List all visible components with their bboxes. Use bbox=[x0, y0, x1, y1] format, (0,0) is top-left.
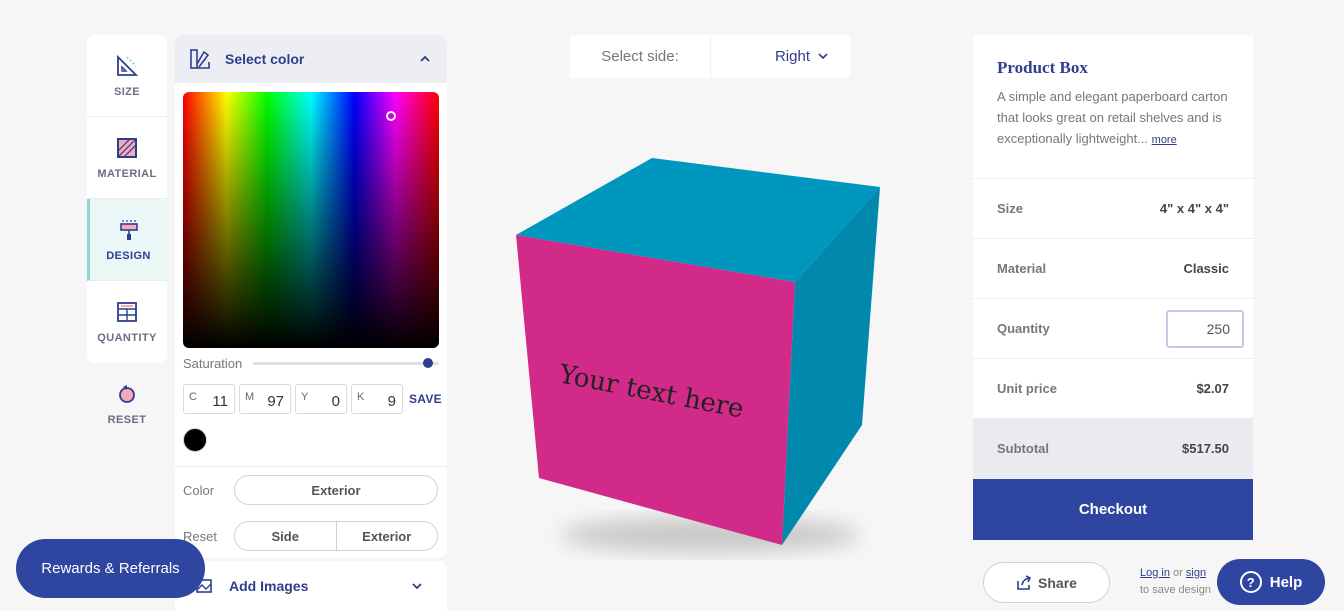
side-selector-label: Select side: bbox=[570, 35, 711, 78]
color-spectrum[interactable] bbox=[183, 92, 439, 348]
chevron-up-icon[interactable] bbox=[419, 55, 431, 63]
nav-label-reset: RESET bbox=[107, 414, 147, 426]
unit-price-value: $2.07 bbox=[1196, 381, 1229, 396]
color-exterior-toggle: Exterior bbox=[234, 475, 438, 505]
quantity-label: Quantity bbox=[997, 321, 1050, 336]
cmyk-m-key: M bbox=[245, 391, 255, 403]
color-row: Color Exterior bbox=[183, 475, 438, 505]
size-label: Size bbox=[997, 201, 1024, 216]
reset-toggle: Side Exterior bbox=[234, 521, 438, 551]
box-3d-preview[interactable]: Your text here bbox=[490, 150, 900, 560]
material-row: Material Classic bbox=[973, 238, 1253, 298]
reset-exterior-button[interactable]: Exterior bbox=[335, 522, 438, 550]
select-color-header[interactable]: Select color bbox=[175, 35, 447, 83]
share-label: Share bbox=[1038, 574, 1077, 591]
nav-item-material[interactable]: MATERIAL bbox=[87, 117, 167, 199]
add-images-title: Add Images bbox=[229, 578, 309, 594]
nav-item-size[interactable]: SIZE bbox=[87, 35, 167, 117]
login-save-text: to save design bbox=[1140, 584, 1211, 596]
divider bbox=[175, 466, 447, 467]
sign-up-link[interactable]: sign bbox=[1186, 567, 1206, 579]
cmyk-k-value: 9 bbox=[387, 393, 396, 410]
nav-label-material: MATERIAL bbox=[97, 167, 157, 180]
nav-label-quantity: QUANTITY bbox=[97, 332, 157, 344]
select-color-panel: Select color Saturation C 11 M 97 Y 0 K … bbox=[175, 35, 447, 558]
reset-icon bbox=[119, 385, 135, 403]
cmyk-c-input[interactable]: C 11 bbox=[183, 384, 235, 414]
size-value: 4" x 4" x 4" bbox=[1159, 201, 1229, 216]
cmyk-inputs: C 11 M 97 Y 0 K 9 SAVE bbox=[183, 384, 442, 414]
side-selector-value: Right bbox=[774, 48, 810, 65]
cmyk-c-key: C bbox=[189, 391, 197, 403]
paint-roller-icon bbox=[119, 219, 138, 240]
more-link[interactable]: more bbox=[1152, 134, 1177, 146]
share-button[interactable]: Share bbox=[983, 562, 1110, 603]
saturation-row: Saturation bbox=[183, 356, 439, 371]
saturation-label: Saturation bbox=[183, 356, 243, 371]
side-selector: Select side: Right bbox=[570, 35, 850, 78]
cmyk-m-value: 97 bbox=[267, 393, 284, 410]
product-description-text: A simple and elegant paperboard carton t… bbox=[997, 89, 1228, 146]
nav-item-quantity[interactable]: QUANTITY bbox=[87, 281, 167, 363]
saturation-slider[interactable] bbox=[253, 358, 439, 368]
unit-price-label: Unit price bbox=[997, 381, 1057, 396]
color-exterior-button[interactable]: Exterior bbox=[235, 476, 437, 504]
question-icon: ? bbox=[1239, 571, 1262, 593]
saturation-slider-thumb[interactable] bbox=[423, 358, 433, 368]
current-color-swatch[interactable] bbox=[183, 428, 207, 452]
cmyk-k-key: K bbox=[357, 391, 365, 403]
size-row: Size 4" x 4" x 4" bbox=[973, 178, 1253, 238]
save-color-button[interactable]: SAVE bbox=[409, 392, 442, 406]
ruler-triangle-icon bbox=[117, 54, 139, 76]
subtotal-label: Subtotal bbox=[997, 441, 1049, 456]
product-summary-panel: Product Box A simple and elegant paperbo… bbox=[973, 35, 1253, 540]
cmyk-y-input[interactable]: Y 0 bbox=[295, 384, 347, 414]
rewards-referrals-button[interactable]: Rewards & Referrals bbox=[16, 539, 205, 598]
nav-item-design[interactable]: DESIGN bbox=[87, 199, 167, 281]
select-color-title: Select color bbox=[225, 51, 305, 67]
unit-price-row: Unit price $2.07 bbox=[973, 358, 1253, 418]
nav-item-reset[interactable]: RESET bbox=[87, 363, 167, 445]
login-prompt: Log in or sign to save design bbox=[1140, 565, 1211, 599]
calculator-icon bbox=[117, 302, 137, 322]
help-button[interactable]: ? Help bbox=[1217, 559, 1325, 605]
left-nav: SIZE MATERIAL DESIGN QUANTITY RESET bbox=[87, 35, 167, 445]
log-in-link[interactable]: Log in bbox=[1140, 567, 1170, 579]
checkout-button[interactable]: Checkout bbox=[973, 479, 1253, 540]
palette-icon bbox=[190, 49, 210, 69]
product-description: A simple and elegant paperboard carton t… bbox=[997, 86, 1229, 151]
add-images-panel[interactable]: Add Images bbox=[175, 561, 447, 611]
nav-label-size: SIZE bbox=[113, 85, 141, 98]
reset-row: Reset Side Exterior bbox=[183, 521, 438, 551]
material-label: Material bbox=[997, 261, 1047, 276]
cmyk-y-key: Y bbox=[301, 391, 309, 403]
cmyk-c-value: 11 bbox=[212, 393, 228, 410]
cmyk-y-value: 0 bbox=[331, 393, 340, 410]
subtotal-value: $517.50 bbox=[1182, 441, 1229, 456]
chevron-down-icon bbox=[818, 53, 828, 60]
reset-side-button[interactable]: Side bbox=[235, 522, 336, 550]
cmyk-k-input[interactable]: K 9 bbox=[351, 384, 403, 414]
material-value: Classic bbox=[1183, 261, 1229, 276]
share-icon bbox=[1017, 574, 1032, 590]
chevron-down-icon[interactable] bbox=[411, 582, 423, 590]
login-or: or bbox=[1173, 567, 1183, 579]
cmyk-m-input[interactable]: M 97 bbox=[239, 384, 291, 414]
side-selector-dropdown[interactable]: Right bbox=[711, 35, 850, 78]
quantity-row: Quantity 250 bbox=[973, 298, 1253, 358]
reset-row-label: Reset bbox=[183, 528, 217, 544]
color-row-label: Color bbox=[183, 482, 215, 498]
quantity-input[interactable]: 250 bbox=[1166, 309, 1244, 348]
nav-label-design: DESIGN bbox=[106, 249, 151, 262]
product-title: Product Box bbox=[997, 58, 1088, 77]
color-picker-handle[interactable] bbox=[386, 111, 396, 121]
help-label: Help bbox=[1269, 573, 1303, 591]
subtotal-row: Subtotal $517.50 bbox=[973, 418, 1253, 479]
material-swatch-icon bbox=[117, 137, 137, 158]
